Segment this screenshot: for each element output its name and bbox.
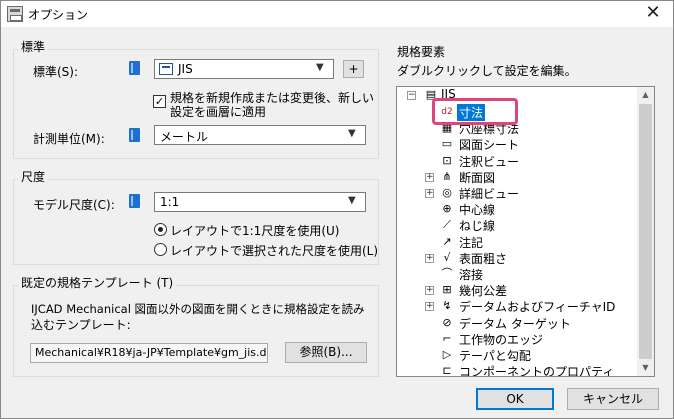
workpiece-edge-icon: ⌐ (442, 331, 452, 345)
tree-item[interactable]: + ↯ データムおよびフィーチャID (397, 298, 637, 314)
radio-layout-selected[interactable] (154, 243, 167, 256)
standard-elements-instruction: ダブルクリックして設定を編集。 (397, 64, 577, 78)
add-standard-button[interactable]: + (343, 60, 364, 78)
book-icon (129, 61, 140, 75)
annotation-view-icon: ⊡ (442, 153, 452, 167)
tree-item[interactable]: ⊕ 中心線 (397, 201, 637, 217)
thread-icon: ⟋ (443, 218, 451, 232)
tree-item-label: ねじ線 (459, 219, 496, 234)
tree-item[interactable]: ⌒ 溶接 (397, 266, 637, 282)
tree-item[interactable]: ▷ テーパと勾配 (397, 347, 637, 363)
units-label: 計測単位(M): (33, 132, 105, 146)
tree-item-label: テーパと勾配 (459, 349, 531, 363)
tree-item-label: データムおよびフィーチャID (459, 300, 616, 315)
model-scale-value: 1:1 (160, 195, 180, 209)
tree-item-label: 幾何公差 (459, 284, 508, 299)
tree-item-label: 表面粗さ (459, 251, 508, 266)
tree-item-label: データム ターゲット (459, 316, 571, 331)
expand-icon[interactable]: + (425, 253, 434, 263)
radio-layout-1to1-label[interactable]: レイアウトで1:1尺度を使用(U) (170, 222, 339, 239)
tree-item-label: 工作物のエッジ (459, 332, 544, 347)
cancel-button[interactable]: キャンセル (567, 388, 659, 410)
options-dialog: オプション ✕ 標準 標準(S): JIS ▼ + ✓ 規格を新規作成または変更… (0, 0, 674, 419)
expand-icon[interactable]: + (425, 189, 434, 198)
units-dropdown[interactable]: メートル ▼ (154, 125, 366, 145)
standard-group-label: 標準 (18, 38, 49, 55)
expand-icon[interactable]: + (425, 172, 434, 182)
chevron-down-icon: ▼ (348, 195, 356, 206)
highlight-annotation (432, 98, 518, 125)
tree-item[interactable]: ▭ 図面シート (397, 136, 637, 152)
scroll-thumb[interactable] (639, 104, 652, 359)
detail-view-icon: ◎ (442, 186, 452, 199)
title-bar: オプション ✕ (1, 1, 673, 27)
geometric-tolerance-icon: ⊞ (442, 283, 452, 297)
tree-item-label: 図面シート (459, 138, 520, 153)
datum-feature-icon: ↯ (442, 299, 452, 313)
sheet-icon: ▭ (441, 137, 453, 151)
template-group-label: 既定の規格テンプレート (T) (18, 274, 177, 291)
standard-elements-label: 規格要素 (397, 45, 446, 59)
browse-button[interactable]: 参照(B)... (285, 342, 367, 363)
expand-icon[interactable]: + (425, 302, 434, 312)
units-value: メートル (160, 130, 209, 144)
tree-item[interactable]: ↗ 注記 (397, 234, 637, 250)
tree-item[interactable]: + ⋔ 断面図 (397, 169, 637, 185)
app-icon (7, 6, 23, 22)
tree-item[interactable]: ⊏ コンポーネントのプロパティ (397, 363, 637, 377)
template-description-line1: IJCAD Mechanical 図面以外の図面を開くときに規格設定を読み (31, 302, 365, 316)
weld-icon: ⌒ (441, 267, 453, 280)
radio-layout-1to1[interactable] (154, 223, 167, 236)
model-scale-dropdown[interactable]: 1:1 ▼ (154, 192, 366, 212)
scale-group-label: 尺度 (18, 168, 49, 185)
chevron-down-icon: ▼ (316, 62, 324, 73)
standard-label: 標準(S): (33, 65, 79, 79)
checkbox-label-line2: 設定を画層に適用 (170, 105, 267, 119)
tree-scrollbar[interactable]: ▲ ▼ (637, 87, 654, 376)
section-icon: ⋔ (442, 169, 452, 183)
tree-item[interactable]: + √ 表面粗さ (397, 250, 637, 266)
tree-item-label: 注釈ビュー (459, 154, 520, 169)
model-scale-label: モデル尺度(C): (33, 198, 115, 212)
collapse-icon[interactable]: − (407, 91, 416, 100)
surface-texture-icon: √ (443, 250, 451, 264)
radio-layout-selected-label[interactable]: レイアウトで選択された尺度を使用(L) (170, 242, 378, 259)
note-icon: ↗ (442, 234, 452, 248)
scroll-up-icon[interactable]: ▲ (637, 87, 654, 103)
tree-item[interactable]: + ⊞ 幾何公差 (397, 282, 637, 298)
tree-item[interactable]: ⌐ 工作物のエッジ (397, 331, 637, 347)
tree-item-label: 詳細ビュー (459, 187, 520, 201)
tree-item-label: 断面図 (459, 170, 496, 185)
book-icon (129, 128, 140, 142)
window-title: オプション (28, 8, 89, 22)
apply-to-layers-checkbox[interactable]: ✓ (153, 95, 166, 108)
template-path-field[interactable]: Mechanical¥R18¥ja-JP¥Template¥gm_jis.dwt (30, 343, 268, 363)
chevron-down-icon: ▼ (348, 128, 356, 139)
datum-target-icon: ⊘ (442, 315, 452, 329)
tree-item[interactable]: ⊘ データム ターゲット (397, 315, 637, 331)
tree-item[interactable]: ⊡ 注釈ビュー (397, 153, 637, 169)
scroll-down-icon[interactable]: ▼ (637, 360, 654, 376)
tree-item[interactable]: + ◎ 詳細ビュー (397, 185, 637, 201)
tree-item-label: 注記 (459, 235, 484, 250)
component-properties-icon: ⊏ (442, 364, 452, 377)
standard-value: JIS (178, 62, 193, 76)
tree-item[interactable]: ⟋ ねじ線 (397, 217, 637, 233)
book-icon (129, 194, 140, 208)
template-description-line2: 込むテンプレート: (31, 318, 131, 332)
tree-item-label: コンポーネントのプロパティ (459, 365, 615, 377)
standard-elements-tree[interactable]: − ▤ JIS d2 寸法 ▦ 穴座標寸法 ▭ 図面シート ⊡ 注釈ビュー + ⋔ 断面図 + ◎ 詳細ビ… (396, 86, 655, 377)
ok-button[interactable]: OK (476, 388, 554, 410)
standard-dropdown[interactable]: JIS ▼ (154, 59, 334, 79)
expand-icon[interactable]: + (425, 286, 434, 296)
taper-slope-icon: ▷ (442, 348, 452, 361)
centerline-icon: ⊕ (442, 202, 452, 216)
tree-item-label: 中心線 (459, 203, 496, 218)
close-button[interactable]: ✕ (641, 2, 665, 24)
jis-icon (159, 63, 173, 75)
tree-item-label: 溶接 (459, 268, 484, 282)
